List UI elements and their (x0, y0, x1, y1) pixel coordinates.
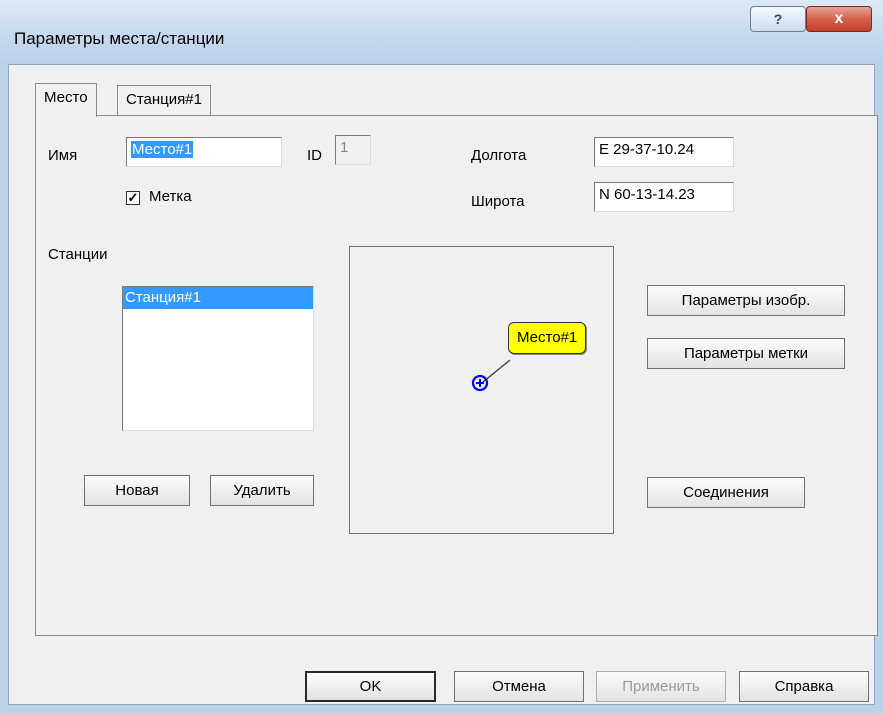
ok-button[interactable]: OK (305, 671, 436, 702)
id-value: 1 (340, 139, 349, 156)
new-station-button[interactable]: Новая (84, 475, 190, 506)
title-bar[interactable]: Параметры места/станции ? x (0, 0, 883, 64)
circle-plus-icon[interactable] (471, 374, 489, 392)
tab-label: Станция#1 (126, 91, 202, 108)
close-button[interactable]: x (806, 6, 872, 32)
image-params-button[interactable]: Параметры изобр. (647, 285, 845, 316)
apply-button: Применить (596, 671, 726, 702)
mark-params-button[interactable]: Параметры метки (647, 338, 845, 369)
dialog-client-area: Место Станция#1 Имя Место#1 ID 1 ✓ Метка… (8, 64, 878, 705)
tab-panel-place: Имя Место#1 ID 1 ✓ Метка Долгота E 29-37… (35, 115, 878, 636)
stations-label: Станции (48, 246, 108, 263)
connections-button[interactable]: Соединения (647, 477, 805, 508)
window-title: Параметры места/станции (14, 29, 225, 48)
checkmark-icon: ✓ (127, 190, 139, 205)
id-field: 1 (335, 135, 371, 165)
help-caption-button[interactable]: ? (750, 6, 806, 32)
longitude-field[interactable]: E 29-37-10.24 (594, 137, 734, 167)
close-icon: x (834, 10, 844, 27)
question-icon: ? (773, 11, 783, 27)
mark-checkbox[interactable]: ✓ (126, 191, 140, 205)
name-value: Место#1 (131, 141, 194, 158)
latitude-label: Широта (471, 193, 525, 210)
cancel-button[interactable]: Отмена (454, 671, 584, 702)
mark-label: Метка (149, 188, 192, 205)
latitude-value: N 60-13-14.23 (599, 186, 695, 203)
id-label: ID (307, 147, 322, 164)
map-preview[interactable]: Место#1 (349, 246, 614, 534)
list-item[interactable]: Станция#1 (123, 287, 313, 309)
latitude-field[interactable]: N 60-13-14.23 (594, 182, 734, 212)
marker-label[interactable]: Место#1 (508, 322, 587, 354)
stations-listbox[interactable]: Станция#1 (122, 286, 314, 431)
tab-label: Место (44, 89, 88, 106)
tab-station-1[interactable]: Станция#1 (117, 85, 211, 115)
tab-place[interactable]: Место (35, 83, 97, 117)
name-field[interactable]: Место#1 (126, 137, 282, 167)
name-label: Имя (48, 147, 78, 164)
delete-station-button[interactable]: Удалить (210, 475, 314, 506)
dialog-window: Параметры места/станции ? x Место Станци… (0, 0, 883, 713)
help-button[interactable]: Справка (739, 671, 869, 702)
longitude-label: Долгота (471, 147, 527, 164)
longitude-value: E 29-37-10.24 (599, 141, 695, 158)
